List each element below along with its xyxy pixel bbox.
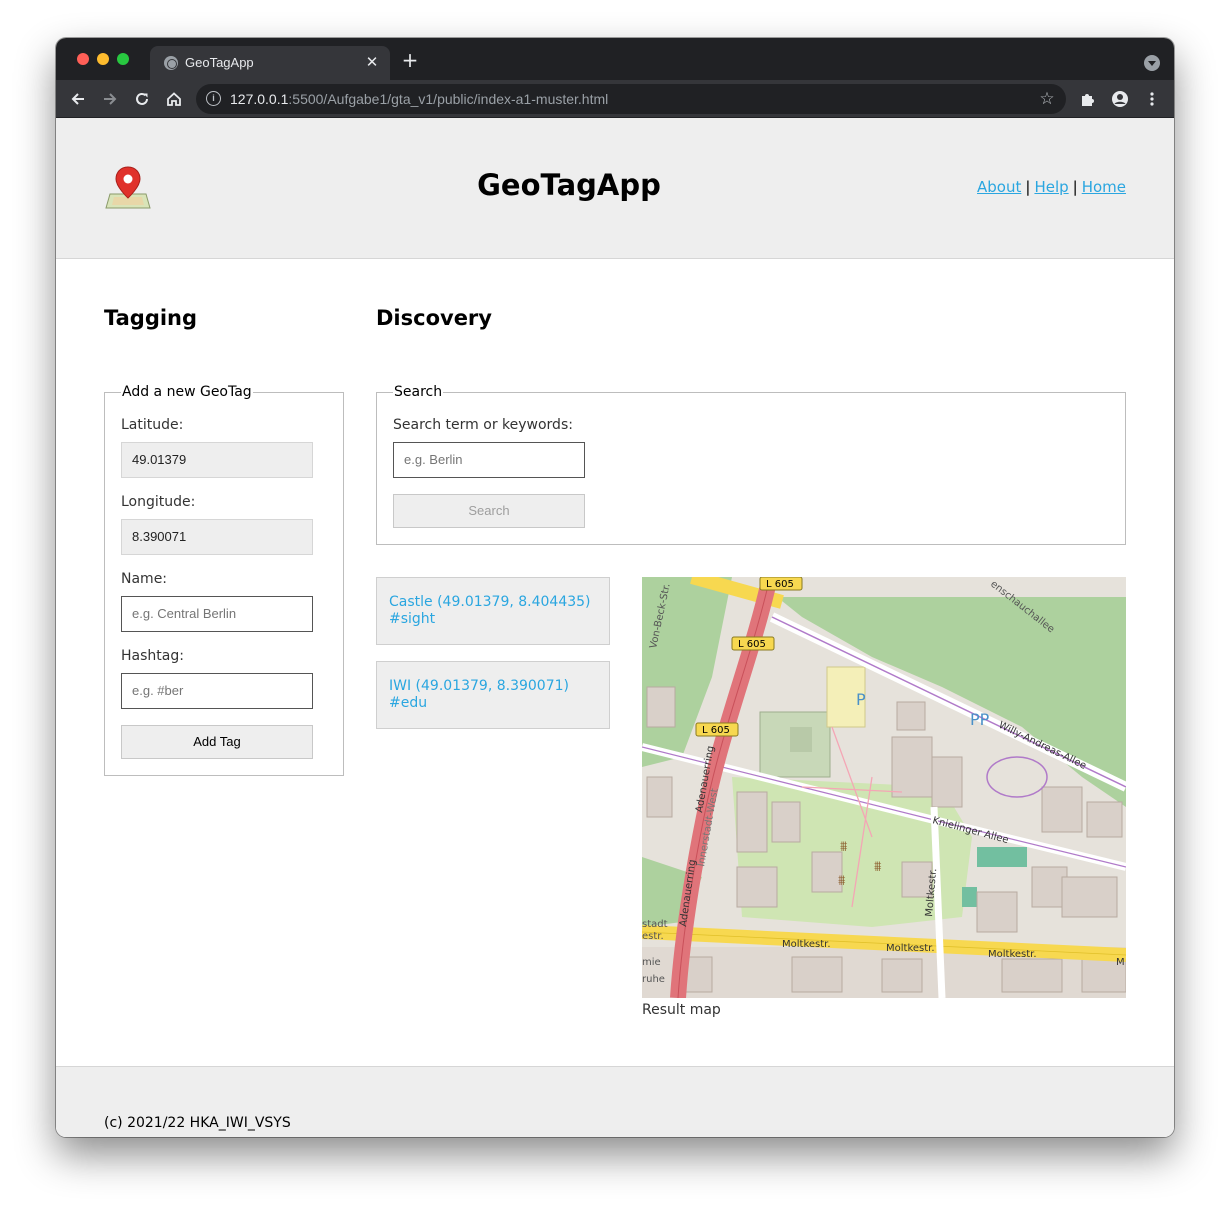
search-form: Search Search term or keywords: e.g. Ber…	[376, 384, 1126, 545]
result-hashtag: #edu	[389, 695, 428, 711]
latitude-label: Latitude:	[121, 417, 184, 433]
profile-icon[interactable]	[1108, 87, 1132, 111]
header-nav: About | Help | Home	[977, 178, 1126, 196]
svg-text:⩩: ⩩	[874, 859, 882, 875]
close-window-button[interactable]	[77, 53, 89, 65]
longitude-label: Longitude:	[121, 494, 196, 510]
search-button[interactable]: Search	[393, 494, 585, 528]
result-item[interactable]: Castle (49.01379, 8.404435) #sight	[376, 577, 610, 645]
tagging-heading: Tagging	[104, 306, 198, 330]
site-info-icon[interactable]: i	[206, 91, 221, 106]
url-text: 127.0.0.1:5500/Aufgabe1/gta_v1/public/in…	[230, 91, 609, 107]
address-bar[interactable]: i 127.0.0.1:5500/Aufgabe1/gta_v1/public/…	[196, 84, 1066, 114]
app-title: GeoTagApp	[477, 168, 661, 202]
add-geotag-legend: Add a new GeoTag	[121, 384, 253, 400]
discovery-heading: Discovery	[376, 306, 492, 330]
map-label: mie	[642, 957, 661, 968]
map-label: P	[856, 690, 866, 709]
browser-tab[interactable]: GeoTagApp ✕	[150, 46, 390, 80]
home-icon[interactable]	[162, 87, 186, 111]
desktop-background: GeoTagApp ✕ + i 127.0.0.1:5500/Aufgabe1/…	[0, 0, 1230, 1211]
browser-toolbar: i 127.0.0.1:5500/Aufgabe1/gta_v1/public/…	[56, 80, 1174, 118]
minimize-window-button[interactable]	[97, 53, 109, 65]
longitude-field[interactable]: 8.390071	[121, 519, 313, 555]
search-legend: Search	[393, 384, 444, 400]
extensions-icon[interactable]	[1076, 87, 1100, 111]
tab-title: GeoTagApp	[185, 55, 254, 70]
svg-text:⩩: ⩩	[840, 839, 848, 855]
result-map[interactable]: L 605 L 605 L 605 Von-Beck-Str. Adenauer…	[642, 577, 1126, 998]
new-tab-button[interactable]: +	[400, 50, 420, 70]
map-label: Moltkestr.	[782, 939, 831, 950]
add-geotag-form: Add a new GeoTag Latitude: 49.01379 Long…	[104, 384, 344, 776]
add-tag-button[interactable]: Add Tag	[121, 725, 313, 759]
latitude-field[interactable]: 49.01379	[121, 442, 313, 478]
page-header: GeoTagApp About | Help | Home	[56, 118, 1174, 259]
nav-home-link[interactable]: Home	[1082, 178, 1126, 196]
map-label: L 605	[702, 725, 730, 736]
map-label: estr.	[642, 931, 664, 942]
back-icon[interactable]	[66, 87, 90, 111]
page-footer: (c) 2021/22 HKA_IWI_VSYS	[56, 1066, 1174, 1137]
result-title: IWI (49.01379, 8.390071)	[389, 678, 569, 694]
map-label: Moltkestr.	[988, 949, 1037, 960]
browser-window: GeoTagApp ✕ + i 127.0.0.1:5500/Aufgabe1/…	[56, 38, 1174, 1137]
reload-icon[interactable]	[130, 87, 154, 111]
nav-separator: |	[1072, 178, 1078, 196]
tab-strip: GeoTagApp ✕ +	[56, 38, 1174, 80]
name-field[interactable]: e.g. Central Berlin	[121, 596, 313, 632]
footer-copyright: (c) 2021/22 HKA_IWI_VSYS	[104, 1115, 291, 1131]
map-label: L 605	[738, 639, 766, 650]
name-label: Name:	[121, 571, 168, 587]
result-hashtag: #sight	[389, 611, 436, 627]
close-tab-icon[interactable]: ✕	[362, 52, 382, 72]
result-item[interactable]: IWI (49.01379, 8.390071) #edu	[376, 661, 610, 729]
maximize-window-button[interactable]	[117, 53, 129, 65]
map-label: ruhe	[642, 974, 665, 985]
forward-icon[interactable]	[98, 87, 122, 111]
search-input[interactable]: e.g. Berlin	[393, 442, 585, 478]
nav-help-link[interactable]: Help	[1034, 178, 1068, 196]
hashtag-field[interactable]: e.g. #ber	[121, 673, 313, 709]
menu-dots-icon[interactable]	[1140, 87, 1164, 111]
search-label: Search term or keywords:	[393, 417, 573, 433]
tab-search-icon[interactable]	[1144, 55, 1160, 71]
bookmark-star-icon[interactable]: ☆	[1036, 88, 1058, 110]
globe-icon	[164, 56, 178, 70]
hashtag-label: Hashtag:	[121, 648, 184, 664]
nav-separator: |	[1025, 178, 1031, 196]
map-label: Moltkestr.	[886, 943, 935, 954]
page-content: GeoTagApp About | Help | Home Tagging Add a …	[56, 118, 1174, 1137]
map-caption: Result map	[642, 1002, 721, 1018]
nav-about-link[interactable]: About	[977, 178, 1021, 196]
result-title: Castle (49.01379, 8.404435)	[389, 594, 591, 610]
map-label: M	[1116, 957, 1125, 968]
map-label: L 605	[766, 579, 794, 590]
map-label: PP	[970, 710, 990, 729]
svg-text:⩩: ⩩	[838, 873, 846, 889]
map-label: stadt	[642, 919, 668, 930]
